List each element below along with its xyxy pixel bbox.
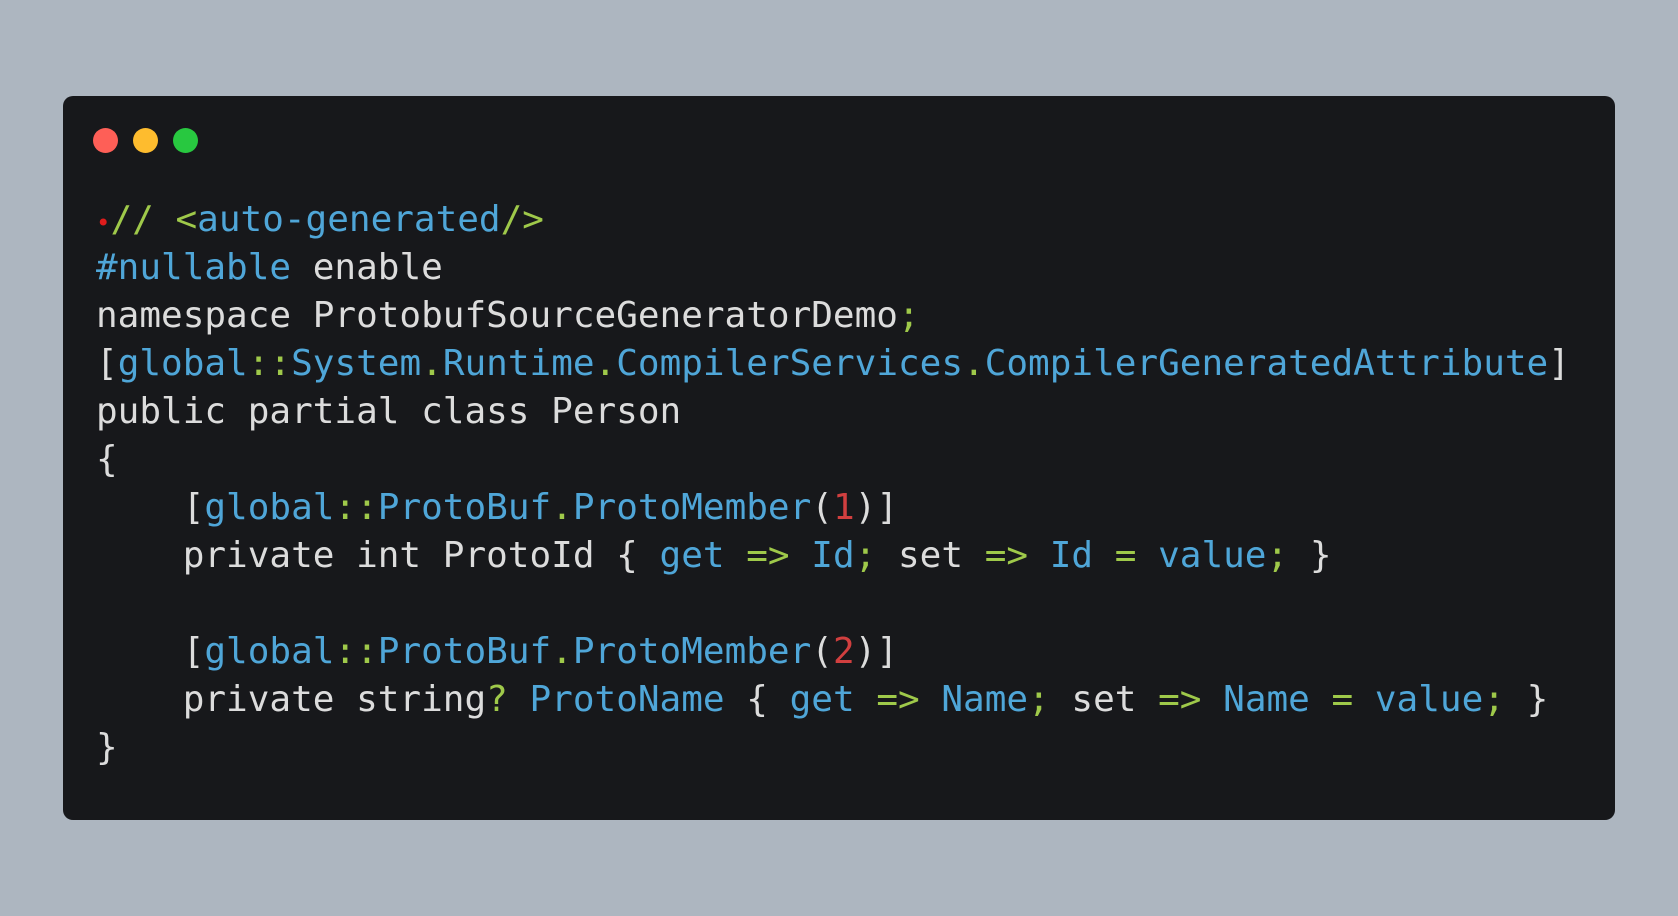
code-token: Id <box>811 535 855 576</box>
code-token: #nullable <box>96 247 292 288</box>
code-token: 2 <box>832 631 855 672</box>
code-token: )] <box>854 631 899 672</box>
code-token: < <box>175 199 198 240</box>
code-token: get <box>789 679 855 720</box>
code-token: Name <box>1223 679 1310 720</box>
code-line: [global::System.Runtime.CompilerServices… <box>96 340 1570 388</box>
code-token: . <box>963 343 985 384</box>
code-line: [global::ProtoBuf.ProtoMember(2)] <box>96 628 1570 676</box>
code-token: global <box>117 343 248 384</box>
code-token: ? <box>486 679 508 720</box>
code-token: = <box>1093 535 1159 576</box>
code-line: { <box>96 436 1570 484</box>
code-line: namespace ProtobufSourceGeneratorDemo; <box>96 292 1570 340</box>
code-token: . <box>551 631 573 672</box>
code-token: CompilerGeneratedAttribute <box>984 343 1549 384</box>
code-token: ; <box>854 535 877 576</box>
code-token: ProtoName <box>507 679 725 720</box>
code-line: •// <auto-generated/> <box>96 196 1570 244</box>
code-token: set <box>876 535 964 576</box>
code-token: ; <box>1266 535 1289 576</box>
code-token: ProtoMember <box>572 487 812 528</box>
code-token: . <box>551 487 573 528</box>
code-token: { <box>724 679 790 720</box>
code-line: private string? ProtoName { get => Name;… <box>96 676 1570 724</box>
code-token: } <box>96 727 118 768</box>
code-token: [ <box>96 631 205 672</box>
code-token: [ <box>96 487 205 528</box>
maximize-dot-icon[interactable] <box>173 128 198 153</box>
code-token: 1 <box>832 487 855 528</box>
code-block: •// <auto-generated/> #nullable enable nam… <box>96 196 1570 772</box>
code-token: // <box>110 199 176 240</box>
code-window: •// <auto-generated/> #nullable enable nam… <box>63 96 1615 820</box>
code-token: value <box>1374 679 1484 720</box>
code-token: { <box>96 439 118 480</box>
code-token: ProtoBuf <box>377 631 552 672</box>
code-token: value <box>1158 535 1267 576</box>
code-token: namespace ProtobufSourceGeneratorDemo <box>96 295 898 336</box>
code-line: } <box>96 724 1570 772</box>
code-token: } <box>1288 535 1332 576</box>
code-token: . <box>421 343 443 384</box>
code-token: :: <box>334 487 378 528</box>
code-token: global <box>204 487 335 528</box>
code-token: CompilerServices <box>616 343 964 384</box>
code-token: System <box>291 343 422 384</box>
minimize-dot-icon[interactable] <box>133 128 158 153</box>
code-token: global <box>204 631 335 672</box>
code-token: => <box>963 535 1050 576</box>
code-token: ProtoBuf <box>377 487 552 528</box>
code-token: ; <box>1483 679 1505 720</box>
code-token: = <box>1309 679 1375 720</box>
code-token: ; <box>897 295 920 336</box>
code-line: [global::ProtoBuf.ProtoMember(1)] <box>96 484 1570 532</box>
code-token: => <box>724 535 812 576</box>
code-token: [ <box>96 343 118 384</box>
code-token: private int ProtoId { <box>96 535 660 576</box>
code-token: ( <box>811 487 833 528</box>
code-token: ] <box>1548 343 1570 384</box>
code-token: enable <box>291 247 443 288</box>
code-token: Id <box>1049 535 1094 576</box>
code-token: set <box>1049 679 1137 720</box>
code-line: public partial class Person <box>96 388 1570 436</box>
code-token: Runtime <box>442 343 595 384</box>
code-token: Name <box>941 679 1029 720</box>
code-token: get <box>659 535 725 576</box>
code-token: private string <box>96 679 487 720</box>
code-token: => <box>1136 679 1224 720</box>
code-token: ProtoMember <box>572 631 812 672</box>
code-token: . <box>594 343 617 384</box>
code-token: auto-generated <box>197 199 501 240</box>
code-token: } <box>1504 679 1549 720</box>
code-token: :: <box>334 631 378 672</box>
code-token: :: <box>247 343 292 384</box>
code-token: public partial class Person <box>96 391 682 432</box>
code-token: ; <box>1028 679 1050 720</box>
breakpoint-marker-icon: • <box>96 209 111 237</box>
code-token: /> <box>500 199 544 240</box>
code-line: #nullable enable <box>96 244 1570 292</box>
code-token: ( <box>811 631 833 672</box>
code-token: => <box>854 679 942 720</box>
code-token: )] <box>854 487 899 528</box>
code-line: private int ProtoId { get => Id; set => … <box>96 532 1570 580</box>
close-dot-icon[interactable] <box>93 128 118 153</box>
